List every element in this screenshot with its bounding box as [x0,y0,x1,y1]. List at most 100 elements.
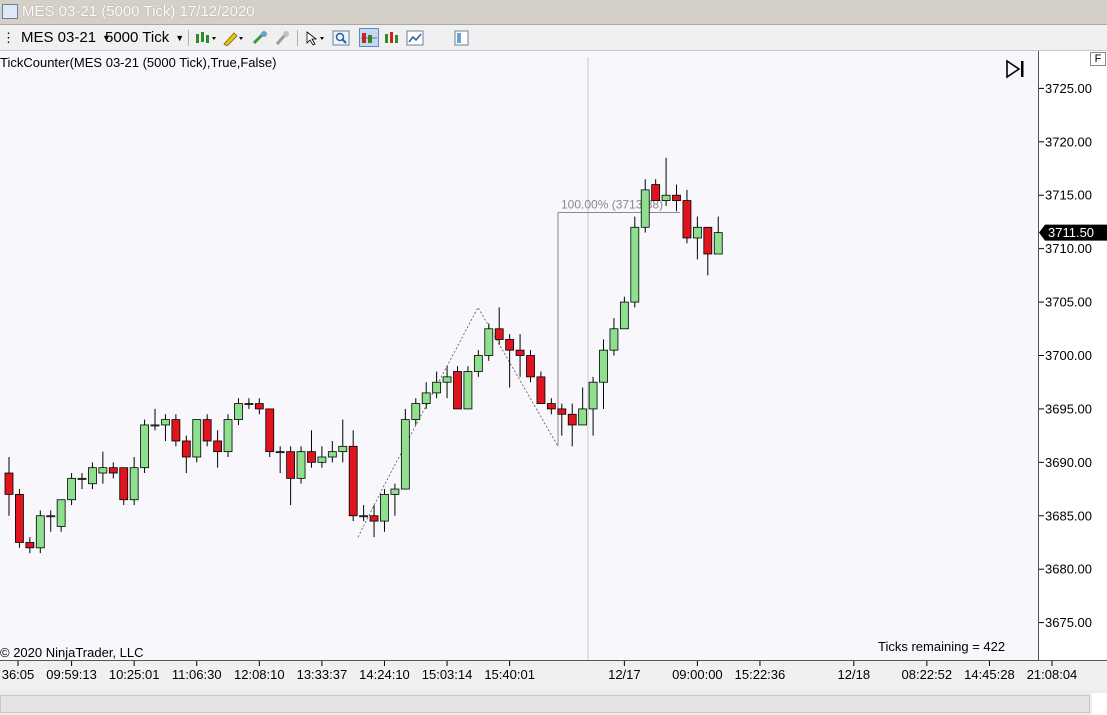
up-candle[interactable] [588,381,598,410]
time-tick-label: 12:08:10 [234,667,285,682]
up-candle[interactable] [400,419,410,490]
up-candle[interactable] [35,515,45,549]
up-candle[interactable] [244,403,254,405]
indicators-button[interactable] [382,28,402,47]
up-candle[interactable] [140,424,149,469]
indicator-icon [385,31,398,43]
up-candle[interactable] [223,419,233,453]
down-candle[interactable] [348,445,358,517]
down-candle[interactable] [25,542,35,549]
down-candle[interactable] [526,355,535,378]
zoom-button[interactable] [331,28,351,47]
price-tick-label: 3685.00 [1045,508,1092,523]
down-candle[interactable] [213,440,223,453]
axis-options-button[interactable]: F [1090,52,1106,66]
up-candle[interactable] [640,189,650,228]
up-candle[interactable] [234,403,243,421]
down-candle[interactable] [546,403,556,410]
interval-selector[interactable]: 5000 Tick ▼ [105,28,184,47]
up-candle[interactable] [296,451,306,479]
up-candle[interactable] [692,226,702,239]
cursor-mode-button[interactable] [303,28,329,47]
up-candle[interactable] [411,403,421,421]
instrument-selector[interactable]: ⋮ MES 03-21 ▼ [2,28,111,47]
price-tick-label: 3700.00 [1045,348,1092,363]
up-candle[interactable] [609,328,619,351]
time-axis[interactable]: 36:05 09:59:13 10:25:01 11:06:30 12:08:10 13:… [0,660,1107,690]
up-candle[interactable] [661,194,671,201]
strategies-button[interactable] [405,28,425,47]
up-candle[interactable] [192,419,202,458]
down-candle[interactable] [171,419,181,442]
down-candle[interactable] [369,515,379,522]
up-candle[interactable] [578,408,588,426]
down-candle[interactable] [202,419,212,442]
up-candle[interactable] [129,467,139,501]
pin-button[interactable] [273,28,293,47]
up-candle[interactable] [484,328,494,356]
down-candle[interactable] [651,184,661,201]
up-candle[interactable] [56,499,66,527]
drawing-tool-button[interactable] [221,28,245,47]
down-candle[interactable] [254,403,264,410]
down-candle[interactable] [307,451,316,463]
up-candle[interactable] [161,419,170,426]
horizontal-scrollbar[interactable] [0,695,1090,713]
down-candle[interactable] [672,194,681,201]
down-candle[interactable] [505,339,515,351]
down-candle[interactable] [265,408,275,453]
down-candle[interactable] [286,451,296,479]
scroll-right-button[interactable] [1092,693,1107,715]
down-candle[interactable] [119,467,129,501]
up-candle[interactable] [432,381,442,394]
down-candle[interactable] [494,328,504,340]
time-tick-label: 10:25:01 [109,667,160,682]
up-candle[interactable] [327,451,337,458]
up-candle[interactable] [473,355,483,372]
properties-icon [454,30,469,45]
interval-label: 5000 Tick [105,29,170,46]
up-candle[interactable] [88,467,97,485]
down-candle[interactable] [536,376,546,404]
down-candle[interactable] [567,413,577,426]
candlestick-chart[interactable]: 100.00% (3713.38) [0,51,1038,660]
magnet-icon [252,30,267,44]
price-axis[interactable]: 3725.00 3720.00 3715.00 3710.00 3705.00 3700.… [1038,51,1107,660]
down-candle[interactable] [453,371,462,410]
down-candle[interactable] [703,226,713,255]
global-crosshair-button[interactable] [250,28,270,47]
up-candle[interactable] [713,232,723,255]
up-candle[interactable] [275,451,285,454]
candlestick-style-button[interactable] [194,28,218,47]
price-tick-label: 3725.00 [1045,81,1092,96]
time-tick-label: 14:45:28 [964,667,1015,682]
up-candle[interactable] [46,515,56,518]
up-candle[interactable] [380,493,389,522]
up-candle[interactable] [463,371,473,410]
up-candle[interactable] [338,445,348,453]
up-candle[interactable] [67,477,76,501]
down-candle[interactable] [515,349,525,356]
down-candle[interactable] [682,200,692,239]
properties-button[interactable] [452,28,472,47]
up-candle[interactable] [619,301,629,330]
down-candle[interactable] [108,467,118,474]
up-candle[interactable] [630,226,640,303]
play-icon[interactable] [1005,59,1029,79]
up-candle[interactable] [77,477,87,480]
down-candle[interactable] [4,472,14,495]
up-candle[interactable] [390,488,400,495]
up-candle[interactable] [317,456,327,463]
up-candle[interactable] [359,515,369,518]
up-candle[interactable] [599,349,608,383]
down-candle[interactable] [15,493,24,543]
down-candle[interactable] [181,440,191,458]
bar-style-button[interactable] [359,28,379,47]
up-candle[interactable] [98,467,108,474]
up-candle[interactable] [150,424,160,427]
up-candle[interactable] [421,392,431,404]
window-title: MES 03-21 (5000 Tick) 17/12/2020 [22,3,255,20]
up-candle[interactable] [442,376,452,383]
down-candle[interactable] [557,408,567,415]
chart-window-icon [2,4,18,19]
